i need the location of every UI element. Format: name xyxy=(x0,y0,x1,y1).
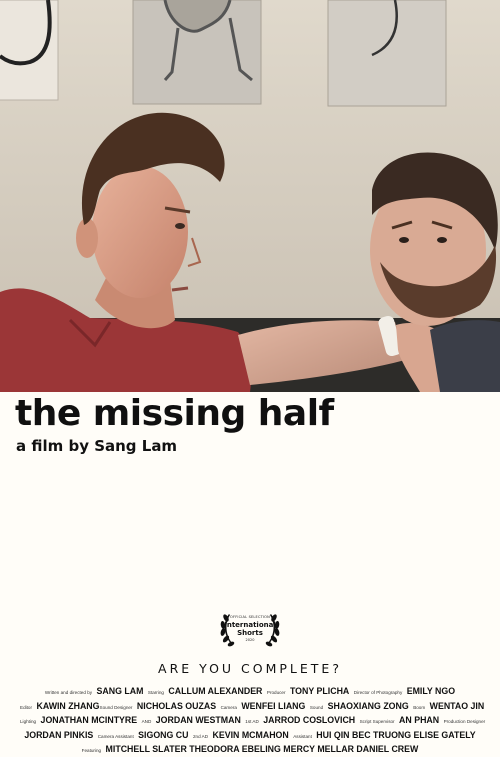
laurel-festival-name: International Shorts xyxy=(216,621,284,637)
credits-line: Lighting JONATHAN MCINTYRE AND JORDAN WE… xyxy=(20,713,485,728)
festival-laurel: OFFICIAL SELECTION International Shorts … xyxy=(216,606,284,652)
credit-name: WENTAO JIN xyxy=(429,700,485,711)
credit-role: Producer xyxy=(266,690,286,695)
film-title: the missing half xyxy=(15,393,334,434)
credits-line: JORDAN PINKIS Camera Assistant SIGONG CU… xyxy=(20,728,480,743)
credit-name: JARROD COSLOVICH xyxy=(263,715,356,725)
laurel-year: 2020 xyxy=(245,638,255,642)
credit-role: Director of Photography xyxy=(353,690,403,695)
credit-name: JORDAN WESTMAN xyxy=(155,715,241,725)
laurel-festival-line2: Shorts xyxy=(237,629,263,637)
poster-photo xyxy=(0,0,500,392)
credit-name: JONATHAN MCINTYRE xyxy=(40,715,138,725)
credits-line: Featuring MITCHELL SLATER THEODORA EBELI… xyxy=(20,742,480,757)
credit-name: JORDAN PINKIS xyxy=(24,729,94,740)
credit-conjunction: AND xyxy=(141,719,152,724)
credit-role: Assistant xyxy=(293,733,312,739)
credit-role: 2nd AD xyxy=(192,733,209,739)
credit-name: WENFEI LIANG xyxy=(241,700,306,711)
credit-role: 1st AD xyxy=(245,719,259,724)
credit-name: KEVIN MCMAHON xyxy=(212,729,289,740)
credit-role: Lighting xyxy=(20,719,37,724)
laurel-selection-text: OFFICIAL SELECTION xyxy=(230,615,270,619)
credit-name: SHAOXIANG ZONG xyxy=(327,700,409,711)
tagline: ARE YOU COMPLETE? xyxy=(158,661,342,676)
credits-block: Written and directed by SANG LAM Starrin… xyxy=(20,684,485,757)
credit-role: Editor xyxy=(20,704,33,710)
credit-role: Sound xyxy=(309,704,324,710)
credit-role: Camera xyxy=(220,704,237,710)
credit-name: AN PHAN xyxy=(399,715,440,725)
film-byline: a film by Sang Lam xyxy=(16,437,178,455)
poster-photo-illustration xyxy=(0,0,500,392)
credit-role: Script Supervisor xyxy=(359,719,395,724)
credit-role: Production Designer xyxy=(443,719,486,724)
credit-name: NICHOLAS OUZAS xyxy=(136,700,217,711)
credit-name: KAWIN ZHANG xyxy=(36,700,100,711)
credit-role: Starring xyxy=(147,690,164,695)
credit-role: Written and directed by xyxy=(44,690,93,695)
credit-role: Sound Designer xyxy=(99,704,133,710)
credit-role: Camera Assistant xyxy=(97,733,134,739)
credits-line: Editor KAWIN ZHANGSound Designer NICHOLA… xyxy=(20,699,484,714)
credit-name: EMILY NGO xyxy=(406,686,456,696)
credit-name: HUI QIN BEC TRUONG ELISE GATELY xyxy=(316,729,476,740)
credit-name: CALLUM ALEXANDER xyxy=(168,686,263,696)
credit-name: MITCHELL SLATER THEODORA EBELING MERCY M… xyxy=(105,744,419,754)
credit-name: SIGONG CU xyxy=(138,729,189,740)
credit-name: TONY PLICHA xyxy=(289,686,350,696)
credit-name: SANG LAM xyxy=(96,686,144,696)
poster: the missing half a film by Sang Lam OFFI… xyxy=(0,0,500,754)
credit-role: Featuring xyxy=(81,748,102,753)
credit-role: Boom xyxy=(413,704,426,710)
laurel-festival-line1: International xyxy=(224,621,276,629)
